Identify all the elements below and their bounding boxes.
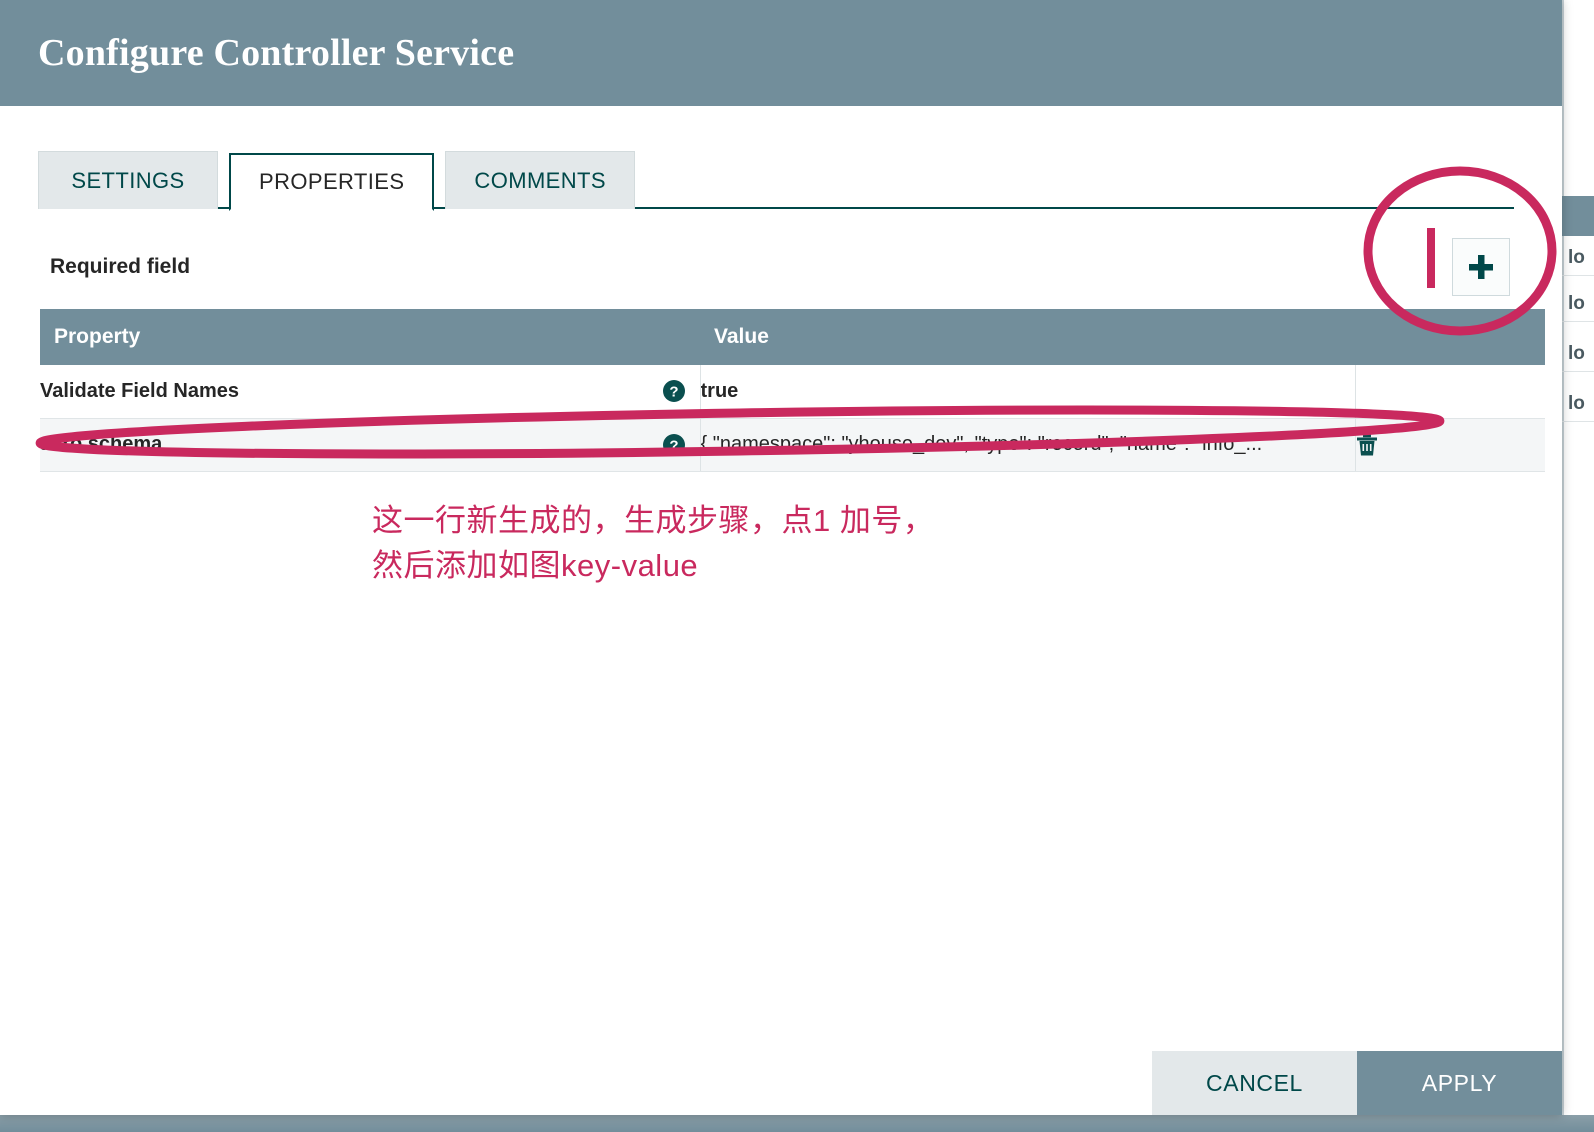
- add-property-button[interactable]: [1452, 238, 1510, 296]
- tab-comments[interactable]: COMMENTS: [445, 151, 635, 209]
- trash-icon[interactable]: [1356, 433, 1378, 457]
- configure-controller-service-dialog: Configure Controller Service SETTINGS PR…: [0, 0, 1562, 1115]
- row-actions-cell: [1355, 365, 1545, 419]
- column-header-value: Value: [700, 309, 1355, 365]
- cancel-button[interactable]: CANCEL: [1152, 1051, 1357, 1115]
- property-value-cell[interactable]: { "namespace": "yhouse_dev", "type": "re…: [700, 418, 1356, 472]
- background-list-item[interactable]: lo: [1562, 336, 1594, 372]
- property-name-text: Validate Field Names: [40, 379, 239, 402]
- properties-table: Property Value Validate Field Names ? tr…: [40, 309, 1545, 472]
- help-circle-icon[interactable]: ?: [662, 433, 686, 457]
- background-list-item[interactable]: lo: [1562, 286, 1594, 322]
- dialog-title: Configure Controller Service: [38, 32, 515, 74]
- background-right-panel: [1562, 0, 1594, 1132]
- property-value-cell[interactable]: true: [700, 365, 1356, 419]
- apply-button-label: APPLY: [1421, 1069, 1498, 1096]
- dialog-footer: CANCEL APPLY: [0, 1009, 1562, 1115]
- tab-comments-label: COMMENTS: [474, 167, 606, 193]
- tab-settings-label: SETTINGS: [71, 167, 185, 193]
- table-row[interactable]: avro.schema ? { "namespace": "yhouse_dev…: [40, 418, 1545, 472]
- required-field-row: Required field: [0, 233, 1562, 301]
- table-header-row: Property Value: [40, 309, 1545, 365]
- column-header-property: Property: [40, 309, 700, 365]
- background-list-item[interactable]: lo: [1562, 240, 1594, 276]
- background-bottom-bar: [0, 1115, 1594, 1132]
- annotation-text: 这一行新生成的，生成步骤，点1 加号， 然后添加如图key-value: [372, 503, 935, 583]
- svg-text:?: ?: [669, 437, 678, 454]
- background-list-item[interactable]: lo: [1562, 386, 1594, 422]
- plus-icon: [1469, 255, 1493, 279]
- background-right-panel-header: [1562, 196, 1594, 236]
- required-field-label: Required field: [50, 255, 191, 278]
- property-name-cell[interactable]: Validate Field Names ?: [40, 365, 701, 419]
- row-actions-cell: [1355, 418, 1545, 472]
- tab-bar: SETTINGS PROPERTIES COMMENTS: [0, 151, 1562, 211]
- svg-text:?: ?: [669, 384, 678, 401]
- tab-properties-label: PROPERTIES: [259, 169, 405, 194]
- apply-button[interactable]: APPLY: [1357, 1051, 1562, 1115]
- property-name-cell[interactable]: avro.schema ?: [40, 418, 701, 472]
- tab-settings[interactable]: SETTINGS: [38, 151, 218, 209]
- property-name-text: avro.schema: [40, 433, 163, 455]
- help-circle-icon[interactable]: ?: [662, 379, 686, 403]
- cancel-button-label: CANCEL: [1206, 1069, 1303, 1096]
- table-row[interactable]: Validate Field Names ? true: [40, 365, 1545, 419]
- column-header-actions: [1355, 309, 1545, 365]
- dialog-header: Configure Controller Service: [0, 0, 1562, 106]
- tab-properties[interactable]: PROPERTIES: [229, 153, 435, 211]
